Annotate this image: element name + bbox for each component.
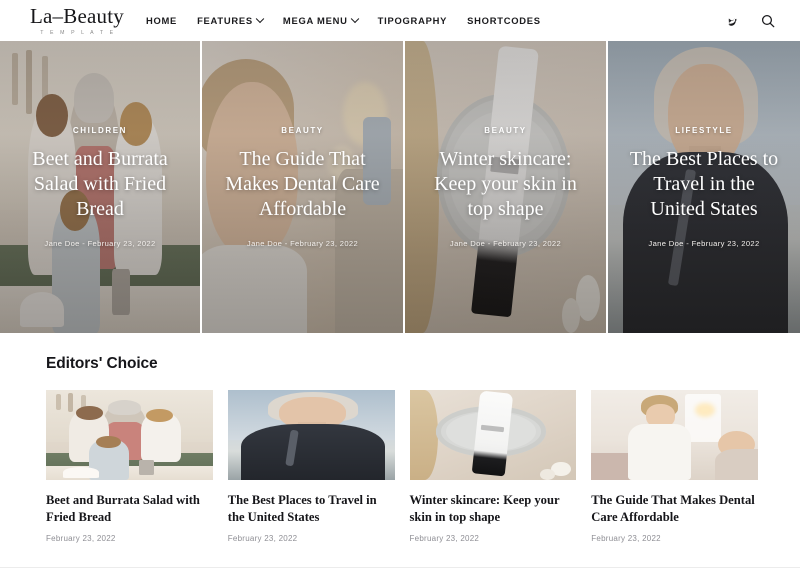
hero-meta: Jane Doe - February 23, 2022 (421, 239, 590, 248)
nav-item-label: TIPOGRAPHY (377, 15, 448, 26)
footer-divider (0, 567, 800, 568)
hero-meta: Jane Doe - February 23, 2022 (218, 239, 387, 248)
list-item[interactable]: The Best Places to Travel in the United … (227, 390, 395, 544)
hero-card-content: LIFESTYLE The Best Places to Travel in t… (608, 126, 800, 248)
section-title: Editors' Choice (46, 355, 158, 372)
hero-category[interactable]: BEAUTY (218, 126, 387, 135)
hero-author: Jane Doe (44, 238, 80, 248)
thumbnail-image-skincare-tube (409, 390, 577, 480)
hero-category[interactable]: BEAUTY (421, 126, 590, 135)
hero-author: Jane Doe (449, 238, 486, 248)
list-item[interactable]: Beet and Burrata Salad with Fried Bread … (46, 390, 213, 543)
post-date: February 23, 2022 (227, 534, 298, 544)
post-thumbnail[interactable] (227, 390, 395, 480)
editors-choice-section: Editors' Choice Beet and Burrata Salad w… (0, 333, 800, 543)
post-thumbnail[interactable] (409, 390, 577, 480)
hero-title[interactable]: Winter skincare: Keep your skin in top s… (421, 147, 590, 223)
editors-choice-grid: Beet and Burrata Salad with Fried Bread … (46, 390, 758, 543)
hero-meta-separator: - (487, 238, 491, 248)
post-title[interactable]: Winter skincare: Keep your skin in top s… (410, 492, 577, 525)
post-thumbnail[interactable] (46, 390, 213, 480)
hero-card[interactable]: LIFESTYLE The Best Places to Travel in t… (608, 41, 800, 333)
hero-meta-separator: - (686, 238, 690, 248)
chevron-down-icon (350, 14, 359, 23)
nav-item-mega-menu[interactable]: MEGA MENU (282, 14, 359, 26)
chevron-down-icon (255, 14, 265, 23)
hero-card-content: CHILDREN Beet and Burrata Salad with Fri… (0, 126, 200, 248)
nav-item-label: FEATURES (197, 15, 253, 26)
hero-card[interactable]: BEAUTY The Guide That Makes Dental Care … (202, 41, 403, 333)
logo-name: La–Beauty (30, 3, 124, 28)
hero-title[interactable]: The Best Places to Travel in the United … (624, 147, 784, 223)
thumbnail-image-child-laughing (591, 390, 758, 480)
site-logo[interactable]: La–Beauty T E M P L A T E (30, 3, 124, 36)
hero-card[interactable]: CHILDREN Beet and Burrata Salad with Fri… (0, 41, 200, 333)
nav-item-label: HOME (145, 15, 178, 26)
nav-item-shortcodes[interactable]: SHORTCODES (467, 15, 541, 26)
site-header: La–Beauty T E M P L A T E HOME FEATURES … (0, 0, 800, 41)
post-title[interactable]: The Best Places to Travel in the United … (228, 492, 395, 525)
post-title[interactable]: Beet and Burrata Salad with Fried Bread (46, 492, 213, 525)
nav-item-home[interactable]: HOME (146, 15, 177, 26)
nav-item-label: MEGA MENU (282, 15, 348, 26)
nav-item-label: SHORTCODES (467, 15, 541, 26)
list-item[interactable]: The Guide That Makes Dental Care Afforda… (591, 390, 758, 543)
hero-date: February 23, 2022 (691, 238, 760, 248)
bird-icon[interactable] (726, 13, 741, 28)
nav-item-tipography[interactable]: TIPOGRAPHY (378, 15, 448, 26)
hero-card-content: BEAUTY Winter skincare: Keep your skin i… (405, 126, 606, 248)
hero-title[interactable]: Beet and Burrata Salad with Fried Bread (16, 147, 184, 223)
hero-date: February 23, 2022 (493, 238, 562, 248)
search-icon[interactable] (760, 13, 776, 29)
hero-author: Jane Doe (648, 238, 684, 248)
hero-date: February 23, 2022 (290, 238, 359, 248)
post-date: February 23, 2022 (409, 534, 480, 544)
post-thumbnail[interactable] (591, 390, 758, 480)
hero-carousel: CHILDREN Beet and Burrata Salad with Fri… (0, 41, 800, 333)
hero-title[interactable]: The Guide That Makes Dental Care Afforda… (218, 147, 387, 223)
main-navigation: HOME FEATURES MEGA MENU TIPOGRAPHY SHORT… (146, 14, 541, 26)
thumbnail-image-woman-coast (227, 390, 395, 480)
logo-tagline: T E M P L A T E (40, 29, 116, 36)
nav-item-features[interactable]: FEATURES (197, 14, 265, 26)
hero-author: Jane Doe (246, 238, 283, 248)
post-date: February 23, 2022 (591, 534, 661, 544)
thumbnail-image-kitchen-family (46, 390, 213, 480)
hero-category[interactable]: CHILDREN (16, 126, 184, 135)
post-title[interactable]: The Guide That Makes Dental Care Afforda… (591, 492, 758, 525)
hero-meta-separator: - (284, 238, 288, 248)
list-item[interactable]: Winter skincare: Keep your skin in top s… (409, 390, 577, 544)
hero-category[interactable]: LIFESTYLE (624, 126, 784, 135)
post-date: February 23, 2022 (46, 534, 116, 544)
hero-meta: Jane Doe - February 23, 2022 (624, 239, 784, 248)
hero-meta: Jane Doe - February 23, 2022 (16, 239, 184, 248)
hero-meta-separator: - (82, 238, 86, 248)
hero-card[interactable]: BEAUTY Winter skincare: Keep your skin i… (405, 41, 606, 333)
hero-date: February 23, 2022 (87, 238, 156, 248)
hero-card-content: BEAUTY The Guide That Makes Dental Care … (202, 126, 403, 248)
header-actions (726, 13, 776, 29)
